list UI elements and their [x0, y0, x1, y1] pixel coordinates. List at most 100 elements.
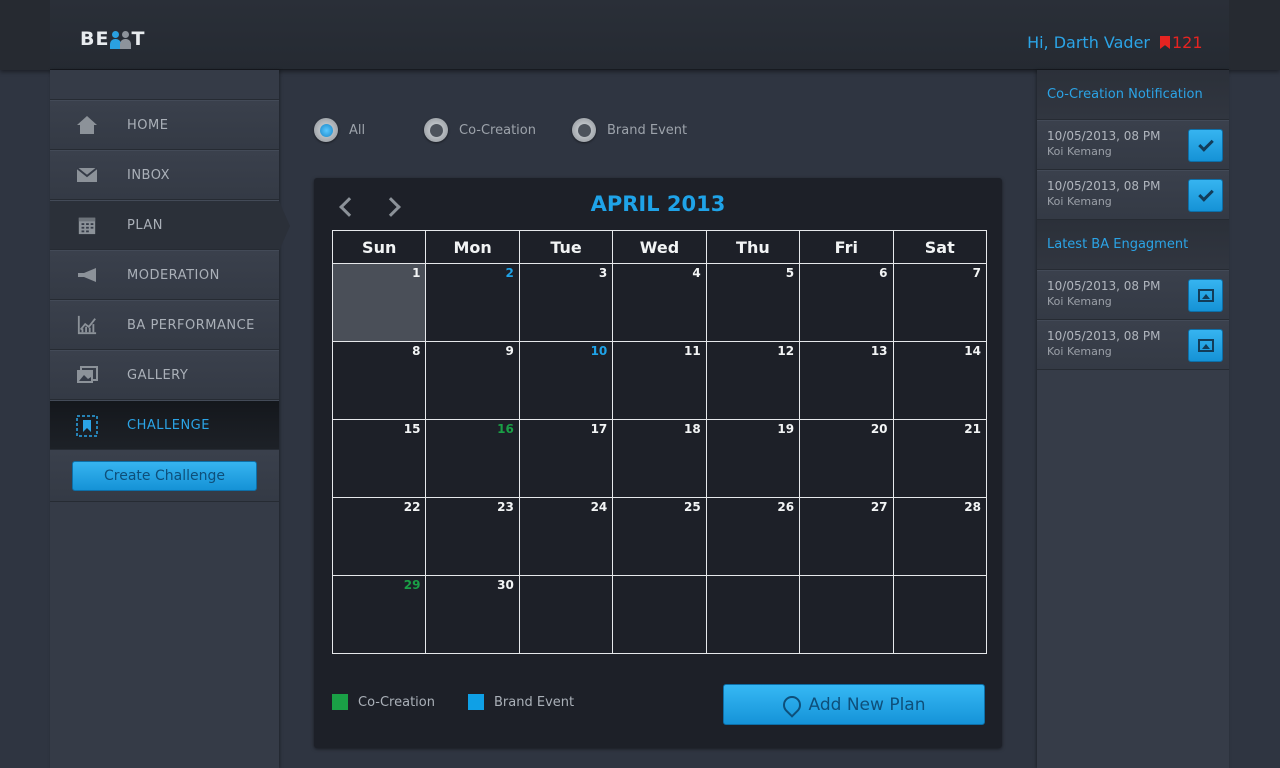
calendar-day-cell[interactable]: 11 [612, 341, 707, 420]
filter-all-radio[interactable]: All [314, 118, 365, 142]
flag-counter[interactable]: 121 [1160, 33, 1203, 52]
calendar-day-cell[interactable]: 24 [518, 497, 614, 576]
view-image-button[interactable] [1188, 329, 1223, 362]
calendar-day-cell[interactable]: 2 [425, 263, 520, 342]
calendar-day-cell[interactable]: 9 [425, 341, 520, 420]
sidebar-item-home[interactable]: HOME [50, 100, 279, 150]
notification-item[interactable]: 10/05/2013, 08 PM Koi Kemang [1037, 170, 1229, 220]
create-challenge-button[interactable]: Create Challenge [72, 460, 257, 491]
calendar-day-cell[interactable]: 13 [799, 341, 894, 420]
calendar-day-cell[interactable]: 26 [705, 497, 801, 576]
header-shade-left [0, 0, 50, 70]
logo-prefix: BE [80, 28, 110, 50]
approve-button[interactable] [1188, 129, 1223, 162]
calendar-day-cell[interactable]: 25 [612, 497, 707, 576]
sidebar-item-inbox[interactable]: INBOX [50, 150, 279, 200]
filter-brand-event-radio[interactable]: Brand Event [572, 118, 687, 142]
legend-co-creation: Co-Creation [332, 694, 435, 710]
logo-suffix: T [131, 28, 146, 50]
calendar-panel: APRIL 2013 Sun Mon Tue Wed Thu Fri Sat 1… [314, 178, 1002, 748]
flag-count-value: 121 [1172, 33, 1203, 52]
filter-label: Brand Event [607, 122, 688, 138]
weekday-header: Sat [892, 230, 988, 264]
radio-unselected-icon [572, 118, 596, 142]
calendar-week-row: 29 30 [331, 575, 988, 654]
calendar-day-cell[interactable]: 29 [331, 575, 427, 654]
calendar-empty-cell [612, 575, 707, 654]
chart-icon [76, 315, 98, 335]
calendar-day-cell[interactable]: 23 [425, 497, 520, 576]
calendar-body: 1 2 3 4 5 6 7 8 9 10 11 12 13 14 15 16 17 18 19 20 21 22 23 24 2… [331, 263, 988, 654]
calendar-day-cell[interactable]: 4 [612, 263, 707, 342]
bookmark-icon [76, 415, 98, 437]
people-logo-icon [110, 29, 132, 49]
filter-co-creation-radio[interactable]: Co-Creation [424, 118, 536, 142]
radio-unselected-icon [424, 118, 448, 142]
calendar-day-cell[interactable]: 8 [331, 341, 427, 420]
gallery-icon [76, 365, 98, 385]
calendar-week-row: 8 9 10 11 12 13 14 [331, 341, 988, 420]
right-panel: Co-Creation Notification 10/05/2013, 08 … [1037, 70, 1229, 768]
filter-label: All [349, 122, 366, 138]
location-pin-icon [783, 696, 797, 714]
calendar-day-cell[interactable]: 10 [518, 341, 614, 420]
filter-label: Co-Creation [459, 122, 536, 138]
calendar-day-cell[interactable]: 21 [892, 419, 988, 498]
calendar-day-cell[interactable]: 18 [612, 419, 707, 498]
calendar-month-title: APRIL 2013 [590, 192, 726, 216]
calendar-day-cell[interactable]: 17 [518, 419, 614, 498]
image-icon [1197, 339, 1214, 352]
header-shade-right [1229, 0, 1280, 70]
sidebar-item-ba-performance[interactable]: BA PERFORMANCE [50, 300, 279, 350]
sidebar-item-gallery[interactable]: GALLERY [50, 350, 279, 400]
calendar-day-cell[interactable]: 16 [425, 419, 520, 498]
calendar-day-cell[interactable]: 20 [799, 419, 894, 498]
calendar-day-cell[interactable]: 3 [518, 263, 614, 342]
calendar-day-cell[interactable]: 30 [425, 575, 520, 654]
check-icon [1197, 136, 1214, 152]
view-image-button[interactable] [1188, 279, 1223, 312]
calendar-day-cell[interactable]: 5 [705, 263, 801, 342]
engagement-item[interactable]: 10/05/2013, 08 PM Koi Kemang [1037, 320, 1229, 370]
home-icon [76, 115, 98, 135]
top-header: BE T Hi, Darth Vader 121 [0, 0, 1280, 70]
megaphone-icon [76, 265, 98, 285]
add-plan-label: Add New Plan [808, 694, 926, 715]
calendar-empty-cell [518, 575, 614, 654]
logo[interactable]: BE T [80, 28, 145, 50]
sidebar-item-challenge[interactable]: CHALLENGE [50, 400, 279, 450]
weekday-header: Mon [425, 230, 520, 264]
sidebar-item-moderation[interactable]: MODERATION [50, 250, 279, 300]
engagement-title: Latest BA Engagment [1037, 220, 1229, 270]
legend-label: Brand Event [494, 694, 575, 710]
calendar-empty-cell [892, 575, 988, 654]
calendar-day-cell[interactable]: 12 [705, 341, 801, 420]
calendar-day-cell[interactable]: 14 [892, 341, 988, 420]
sidebar-item-plan[interactable]: PLAN [50, 200, 290, 251]
calendar-day-cell[interactable]: 22 [331, 497, 427, 576]
calendar-day-cell[interactable]: 28 [892, 497, 988, 576]
image-icon [1197, 289, 1214, 302]
engagement-item[interactable]: 10/05/2013, 08 PM Koi Kemang [1037, 270, 1229, 320]
calendar-week-row: 22 23 24 25 26 27 28 [331, 497, 988, 576]
sidebar-item-label: HOME [127, 117, 169, 133]
calendar-day-cell[interactable]: 6 [799, 263, 894, 342]
calendar-day-cell[interactable]: 19 [705, 419, 801, 498]
approve-button[interactable] [1188, 179, 1223, 212]
radio-selected-icon [314, 118, 338, 142]
calendar-empty-cell [705, 575, 801, 654]
calendar-day-cell[interactable]: 27 [799, 497, 894, 576]
user-greeting[interactable]: Hi, Darth Vader [1027, 33, 1150, 52]
calendar-icon [76, 215, 98, 235]
weekday-header: Tue [518, 230, 614, 264]
calendar-day-cell[interactable]: 7 [892, 263, 988, 342]
notification-item[interactable]: 10/05/2013, 08 PM Koi Kemang [1037, 120, 1229, 170]
sidebar-item-label: MODERATION [127, 267, 220, 283]
add-new-plan-button[interactable]: Add New Plan [723, 684, 985, 725]
calendar-empty-cell [799, 575, 894, 654]
sidebar-item-label: GALLERY [127, 367, 189, 383]
left-sidebar: HOME INBOX PLAN MODERATION BA PERFORMANC… [50, 70, 290, 768]
calendar-day-cell[interactable]: 15 [331, 419, 427, 498]
calendar-day-cell[interactable]: 1 [331, 263, 427, 342]
sidebar-item-label: CHALLENGE [127, 417, 210, 433]
